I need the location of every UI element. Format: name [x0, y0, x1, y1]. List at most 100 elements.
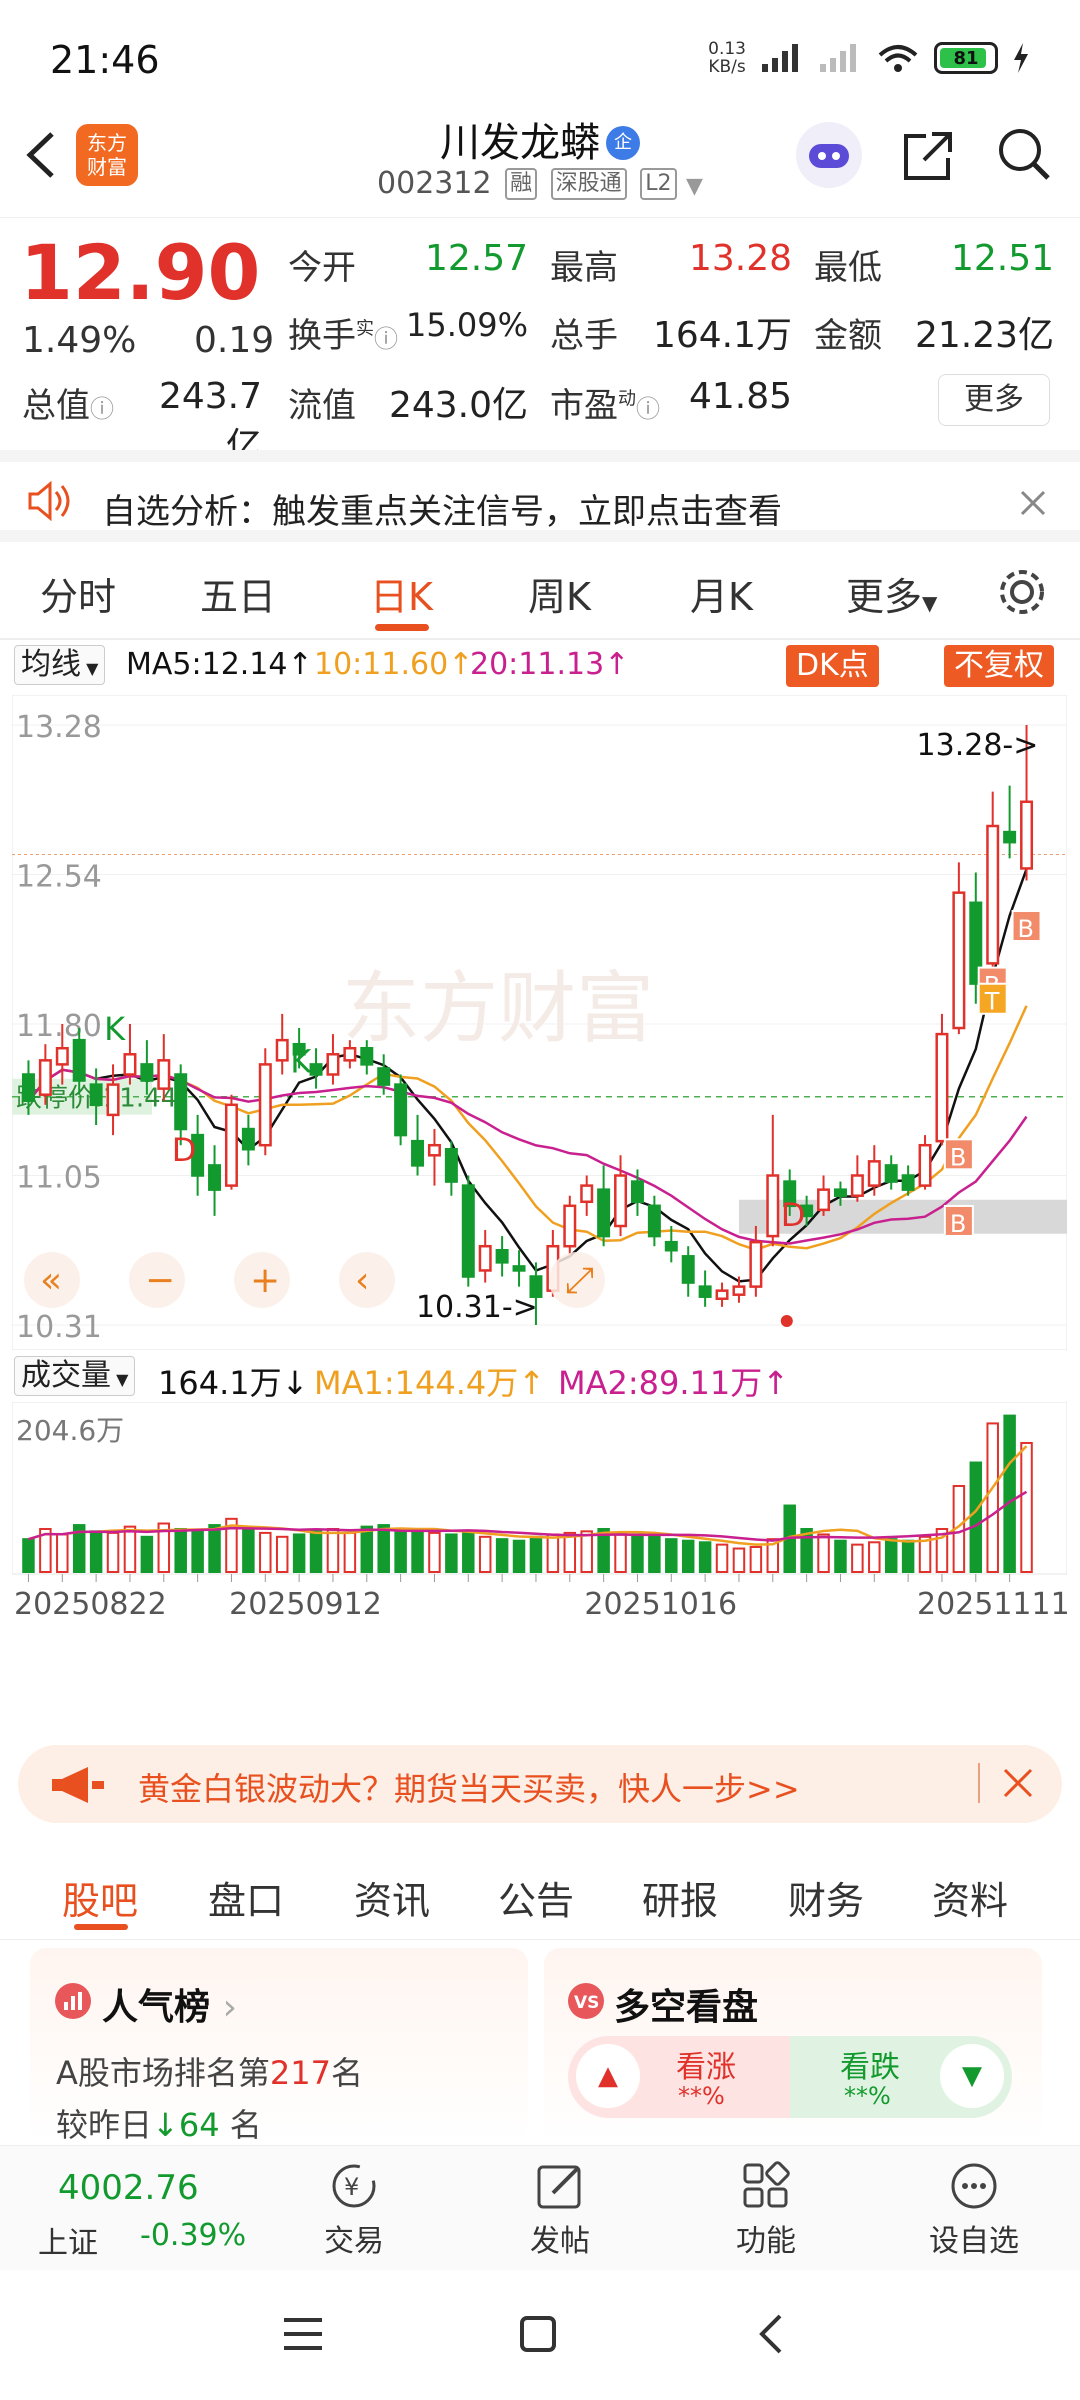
popularity-rank: A股市场排名第217名	[56, 2054, 363, 2092]
volume-bar	[512, 1539, 526, 1573]
volume-bar	[123, 1525, 137, 1573]
tab-profile[interactable]: 资料	[932, 1870, 1008, 1925]
svg-text:B: B	[950, 1143, 966, 1171]
volume-max-label: 204.6万	[16, 1414, 124, 1447]
kline-chart[interactable]: 13.2812.5411.8011.0510.31东方财富跌停价:11.4413…	[12, 695, 1067, 1350]
dropdown-icon: ▼	[686, 174, 703, 199]
volume-bar	[580, 1530, 593, 1573]
no-adjust-button[interactable]: 不复权	[944, 645, 1054, 687]
last-price: 12.90	[20, 228, 261, 317]
open-value: 12.57	[424, 238, 528, 279]
nav-trade[interactable]: ¥ 交易	[284, 2156, 424, 2260]
tab-news[interactable]: 资讯	[354, 1870, 430, 1925]
tab-five-day[interactable]: 五日	[200, 566, 276, 621]
index-change: -0.39%	[140, 2218, 247, 2253]
popularity-card[interactable]: 人气榜 › A股市场排名第217名 较昨日↓64 名	[30, 1948, 528, 2144]
ad-banner[interactable]: 黄金白银波动大？期货当天买卖，快人一步>>	[18, 1745, 1062, 1823]
tab-monthly-k[interactable]: 月K	[690, 566, 753, 621]
volume-bar	[377, 1524, 390, 1573]
volume-bar	[529, 1535, 543, 1574]
svg-text:−: −	[145, 1260, 175, 1301]
watermark: 东方财富	[342, 964, 654, 1054]
indicator-selector[interactable]: 均线 ▼	[14, 645, 106, 685]
tab-guba[interactable]: 股吧	[62, 1870, 138, 1925]
zoom-in-icon[interactable]: +	[234, 1252, 290, 1308]
volume-bar	[22, 1538, 35, 1573]
more-button[interactable]: 更多	[938, 374, 1050, 426]
tab-more[interactable]: 更多▼	[846, 566, 937, 621]
bull-button[interactable]: ▲ 看涨 **%	[568, 2036, 790, 2118]
battery-icon: 81	[934, 42, 998, 74]
dk-button[interactable]: DK点	[786, 645, 879, 687]
min-marker: 10.31->	[416, 1290, 538, 1325]
scroll-back-icon[interactable]: ‹	[339, 1252, 395, 1308]
ma-row: 均线 ▼ MA5:12.14↑ 10:11.60↑ 20:11.13↑ DK点 …	[14, 645, 1064, 689]
settings-gear-icon[interactable]	[996, 566, 1048, 618]
tab-pankou[interactable]: 盘口	[208, 1870, 284, 1925]
turnover-label: 换手实ⓘ	[288, 316, 398, 356]
notice-bar[interactable]: 自选分析：触发重点关注信号，立即点击查看	[0, 450, 1080, 542]
candle	[461, 1175, 475, 1287]
megaphone-icon	[52, 1767, 104, 1803]
assistant-avatar[interactable]	[796, 122, 862, 188]
signal-label: K	[290, 1042, 312, 1080]
nav-watchlist[interactable]: 设自选	[904, 2156, 1044, 2260]
close-icon[interactable]	[1018, 488, 1048, 518]
yen-icon: ¥	[332, 2164, 376, 2208]
x-tick-label: 20250912	[229, 1587, 382, 1622]
amount-value: 21.23亿	[914, 315, 1054, 356]
nav-function[interactable]: 功能	[696, 2156, 836, 2260]
volume-bar	[292, 1533, 306, 1574]
open-label: 今开	[288, 248, 356, 288]
volume-bar	[445, 1533, 458, 1574]
ad-text: 黄金白银波动大？期货当天买卖，快人一步>>	[138, 1770, 800, 1808]
level-tag: L2	[640, 168, 677, 200]
volume-row: 成交量 ▼ 164.1万↓ MA1:144.4万↑ MA2:89.11万↑	[14, 1356, 1064, 1402]
volume-bar	[259, 1531, 272, 1574]
fullscreen-icon[interactable]: ⤢	[549, 1252, 605, 1308]
svg-text:«: «	[40, 1260, 62, 1301]
buy-mark: B	[943, 1138, 974, 1171]
index-value: 4002.76	[58, 2168, 199, 2208]
volume-chart[interactable]: 204.6万 20250822 20250912 20251016 20251111	[12, 1402, 1067, 1642]
svg-text:B: B	[950, 1210, 966, 1238]
tab-weekly-k[interactable]: 周K	[528, 566, 591, 621]
menu-icon[interactable]	[280, 2314, 326, 2354]
volume-bar	[614, 1531, 627, 1574]
bear-button[interactable]: 看跌 **% ▼	[790, 2036, 1012, 2118]
search-icon[interactable]	[994, 124, 1054, 184]
svg-text:B: B	[1018, 915, 1034, 943]
signal-label: K	[104, 1010, 126, 1048]
share-icon[interactable]	[898, 126, 958, 186]
signal-dot	[780, 1314, 793, 1327]
ad-close-icon[interactable]	[1002, 1767, 1034, 1799]
status-time: 21:46	[50, 38, 160, 82]
tab-announcement[interactable]: 公告	[498, 1870, 574, 1925]
volume-bar	[834, 1539, 847, 1573]
index-ticker[interactable]: 4002.76 上证 -0.39%	[20, 2146, 270, 2266]
candle	[258, 1048, 272, 1156]
volume-selector[interactable]: 成交量 ▼	[14, 1356, 136, 1396]
stock-code: 002312	[377, 166, 492, 201]
home-icon[interactable]	[518, 2314, 558, 2354]
svg-text:‹: ‹	[355, 1260, 369, 1301]
float-label: 流值	[288, 386, 356, 426]
margin-tag: 融	[505, 168, 538, 200]
volume-bar	[817, 1533, 830, 1574]
tab-intraday[interactable]: 分时	[40, 566, 116, 621]
svg-text:⤢: ⤢	[565, 1260, 594, 1301]
back-nav-icon[interactable]	[756, 2312, 786, 2356]
scroll-left-icon[interactable]: «	[24, 1252, 80, 1308]
volume-bar	[106, 1531, 120, 1574]
edit-icon	[537, 2165, 581, 2209]
quote-panel: 12.90 1.49% 0.19 今开 12.57 最高 13.28 最低 12…	[0, 220, 1080, 467]
volume-value: 164.1万	[652, 315, 792, 356]
bullbear-card[interactable]: VS 多空看盘 ▲ 看涨 **% 看跌 **% ▼	[544, 1948, 1042, 2143]
nav-post[interactable]: 发帖	[490, 2156, 630, 2260]
tab-finance[interactable]: 财务	[788, 1870, 864, 1925]
volume-bar	[89, 1530, 103, 1573]
zoom-out-icon[interactable]: −	[129, 1252, 185, 1308]
tab-research[interactable]: 研报	[642, 1870, 718, 1925]
tab-daily-k[interactable]: 日K	[370, 566, 433, 621]
chevron-right-icon: ›	[222, 1987, 237, 2028]
